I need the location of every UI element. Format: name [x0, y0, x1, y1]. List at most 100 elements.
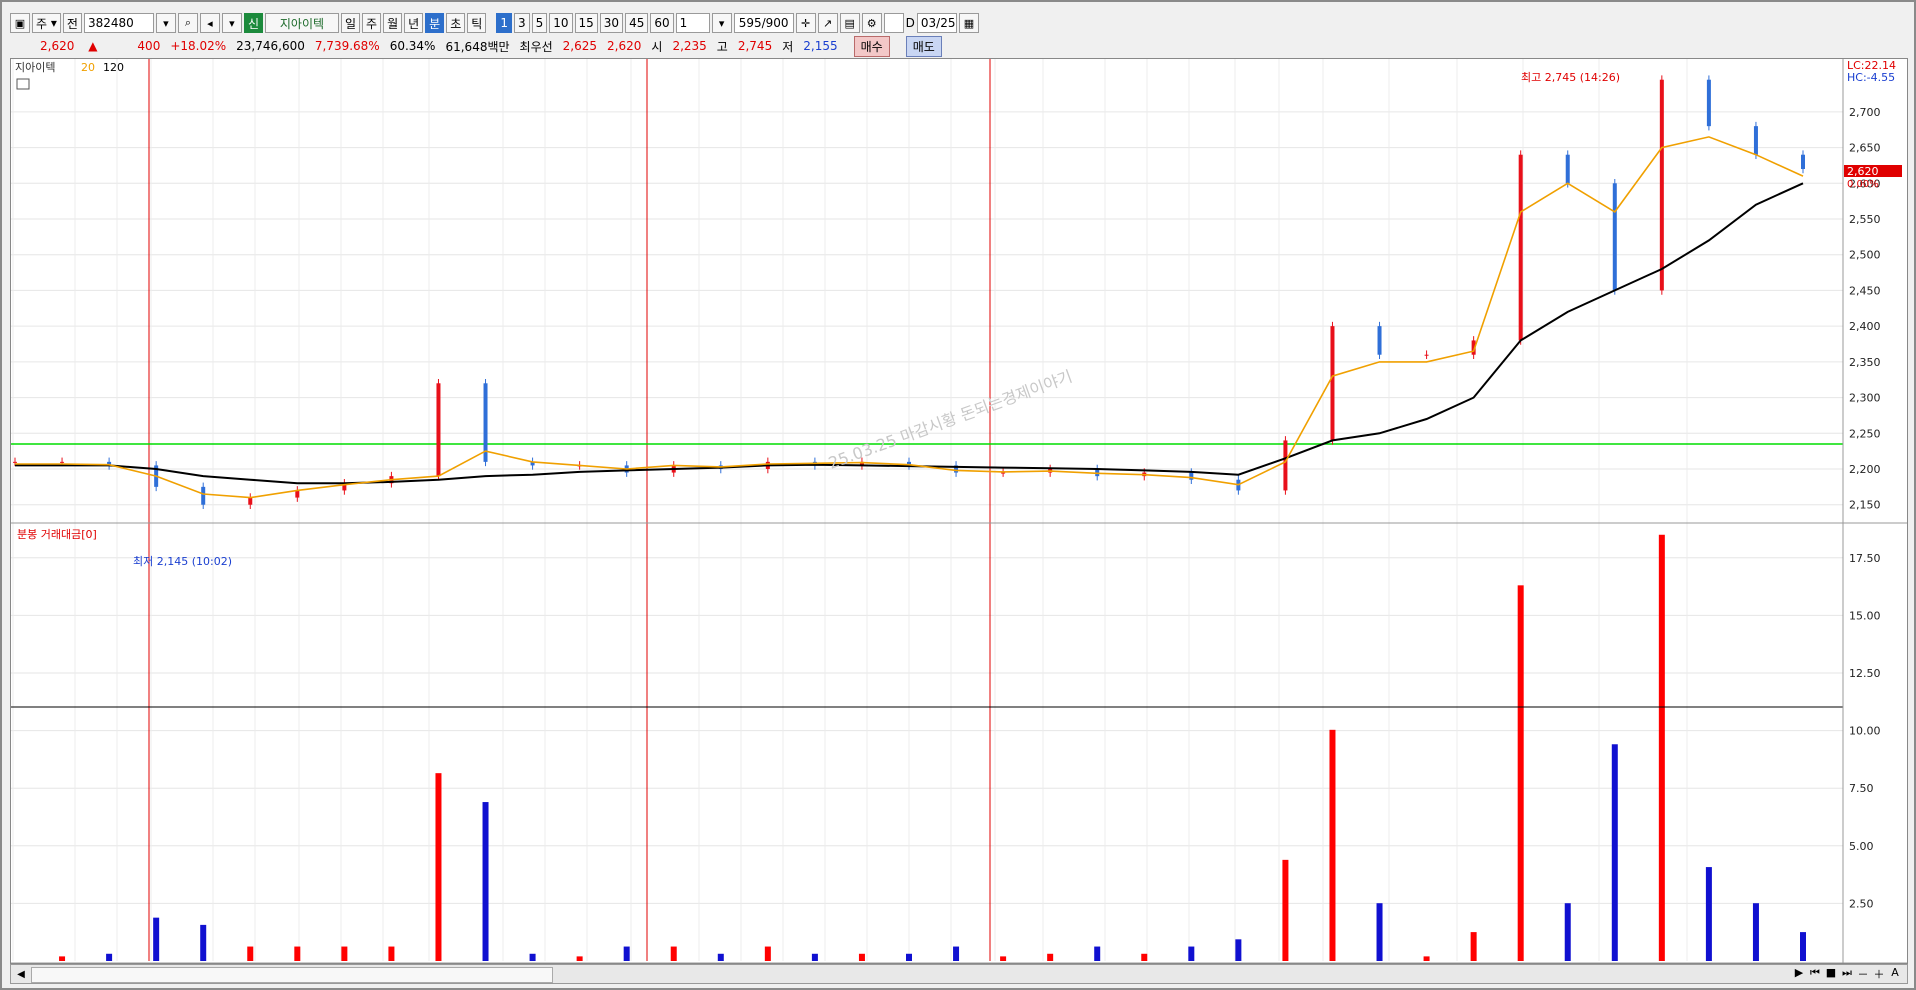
price-change: 400 [137, 39, 161, 53]
price-tick-label: 2,250 [1849, 427, 1881, 440]
range-display: 595/900 [733, 13, 794, 33]
volume-bar [1752, 903, 1759, 961]
volume-tick-label: 2.50 [1849, 897, 1874, 910]
period-tab-6[interactable]: 틱 [467, 13, 487, 33]
dropdown-arrow-icon-2[interactable]: ▾ [221, 13, 242, 33]
volume-bar [200, 924, 207, 961]
layout-icon[interactable]: ▣ [10, 13, 30, 33]
zoom-out-icon[interactable]: － [1857, 966, 1869, 982]
volume-bar [1376, 903, 1383, 961]
price-tick-label: 2,550 [1849, 213, 1881, 226]
interval-button-45[interactable]: 45 [625, 13, 649, 33]
price-tick-label: 2,200 [1849, 463, 1881, 476]
volume-bar [764, 946, 771, 961]
prefix-button[interactable]: 전 [62, 13, 82, 33]
chart-area[interactable]: 2,700 2,650 2,600 2,550 2,500 2,450 2,400 2,350… [10, 58, 1908, 980]
font-size-icon[interactable]: A [1889, 966, 1901, 982]
calendar-icon[interactable]: ▦ [958, 13, 979, 33]
volume-bar [1235, 939, 1242, 961]
rewind-icon[interactable]: ⏮ [1809, 966, 1821, 982]
volume-bar [247, 946, 254, 961]
interval-button-1[interactable]: 1 [496, 13, 512, 33]
volume-bar [1517, 585, 1524, 961]
date-input[interactable]: 03/25 [916, 13, 957, 33]
candle-body [1565, 154, 1570, 184]
candle-body [1330, 326, 1335, 441]
candle-body [1753, 126, 1758, 155]
fast-forward-icon[interactable]: ⏭ [1841, 966, 1853, 982]
stock-code-input[interactable]: 382480 [83, 13, 154, 33]
scroll-thumb[interactable] [31, 967, 553, 983]
price-tick-label: 2,300 [1849, 392, 1881, 405]
volume-bar [1800, 932, 1806, 961]
hc-label: HC:-4.55 [1847, 71, 1895, 84]
stock-name[interactable]: 지아이텍 [264, 13, 339, 33]
play-icon[interactable]: ▶ [1793, 966, 1805, 982]
volume-bar [953, 946, 960, 961]
interval-button-60[interactable]: 60 [650, 13, 674, 33]
period-tab-3[interactable]: 년 [404, 13, 424, 33]
turnover-ratio: 60.34% [389, 39, 436, 53]
watermark-text: 25.03.25 마감시황 돈되는경제이야기 [826, 367, 1075, 473]
zoom-in-icon[interactable]: ＋ [1873, 966, 1885, 982]
period-tab-4[interactable]: 분 [425, 13, 445, 33]
volume-bar [1047, 953, 1054, 961]
save-icon[interactable]: ▤ [839, 13, 860, 33]
grid-lines [11, 59, 1843, 961]
price-tick-label: 2,450 [1849, 284, 1881, 297]
best-label: 최우선 [519, 39, 553, 54]
volume-bar [1094, 946, 1101, 961]
crosshair-icon[interactable]: ✛ [795, 13, 816, 33]
candle-body [483, 383, 488, 462]
period-tab-0[interactable]: 일 [340, 13, 361, 33]
buy-button[interactable]: 매수 [853, 35, 890, 57]
date-checkbox[interactable] [883, 13, 904, 33]
settings-gear-icon[interactable]: ⚙ [861, 13, 882, 33]
chart-scrollbar[interactable]: ◀ ▶ ⏮ ■ ⏭ － ＋ A [10, 964, 1908, 984]
chart-settings-icon[interactable] [16, 78, 30, 90]
draw-tool-icon[interactable]: ↗ [817, 13, 838, 33]
volume-bar [529, 953, 536, 961]
period-tab-1[interactable]: 주 [362, 13, 382, 33]
low-label: 저 [782, 39, 794, 54]
open-label: 시 [651, 39, 663, 54]
volume-bar [1282, 859, 1289, 961]
interval-button-10[interactable]: 10 [549, 13, 573, 33]
volume-bar [482, 802, 489, 961]
volume-tick-label: 12.50 [1849, 667, 1881, 680]
up-arrow-icon: ▲ [88, 39, 98, 53]
search-icon[interactable]: ⌕ [177, 13, 198, 33]
current-price: 2,620 ▲ [40, 39, 98, 53]
volume-bar [670, 946, 677, 961]
speaker-icon[interactable]: ◂ [199, 13, 220, 33]
new-listing-badge: 신 [243, 13, 263, 33]
interval-button-3[interactable]: 3 [513, 13, 530, 33]
volume-tick-label: 10.00 [1849, 725, 1881, 738]
volume-bar [811, 953, 818, 961]
stop-icon[interactable]: ■ [1825, 966, 1837, 982]
low-annotation: 최저 2,145 (10:02) [133, 555, 232, 568]
candle-body [1518, 154, 1523, 341]
dropdown-arrow-icon[interactable]: ▾ [155, 13, 176, 33]
volume-axis: 17.50 15.00 12.50 10.00 7.50 5.00 2.50 [1849, 552, 1881, 911]
count-input[interactable]: 1 [675, 13, 710, 33]
volume-tick-label: 5.00 [1849, 840, 1874, 853]
period-tab-5[interactable]: 초 [446, 13, 466, 33]
price-tick-label: 2,400 [1849, 320, 1881, 333]
market-select[interactable]: 주 ▾ [32, 13, 61, 33]
count-dropdown-icon[interactable]: ▾ [711, 13, 732, 33]
stock-chart-svg[interactable]: 2,7002,6502,6002,5502,5002,4502,4002,350… [11, 59, 1907, 980]
scroll-left-icon[interactable]: ◀ [13, 966, 29, 982]
interval-button-15[interactable]: 15 [574, 13, 598, 33]
candle-body [1706, 79, 1711, 127]
volume-bar [717, 953, 724, 961]
price-tick-label: 2,350 [1849, 356, 1881, 369]
period-tab-2[interactable]: 월 [383, 13, 403, 33]
sell-button[interactable]: 매도 [905, 35, 942, 57]
app-window: ▣ 주 ▾ 전 382480 ▾ ⌕ ◂ ▾ 신 지아이텍 일주월년분초틱 13… [0, 0, 1916, 990]
interval-button-5[interactable]: 5 [531, 13, 548, 33]
interval-button-30[interactable]: 30 [599, 13, 624, 33]
price-change-pct: +18.02% [170, 39, 227, 53]
volume-bar [858, 953, 865, 961]
volume-bar [1329, 729, 1336, 961]
